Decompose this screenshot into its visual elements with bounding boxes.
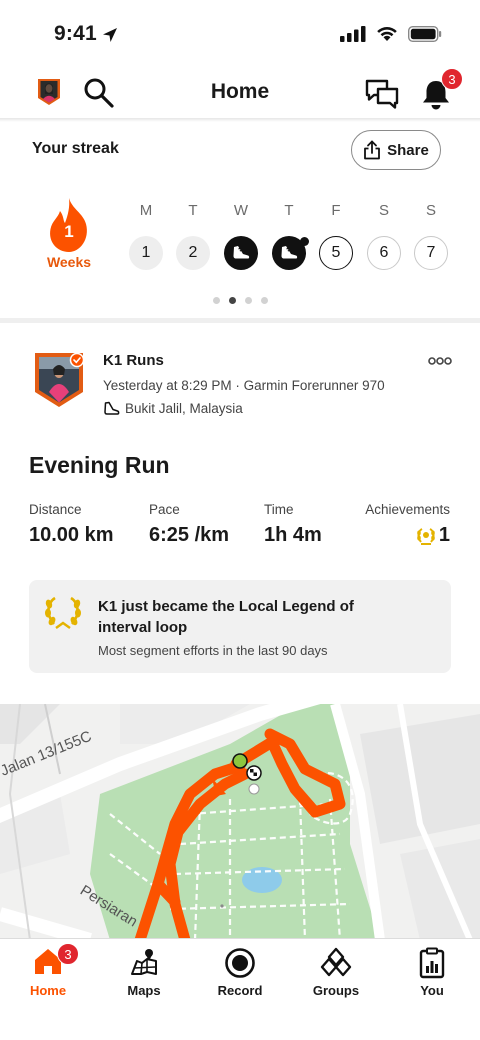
activity-location: Bukit Jalil, Malaysia — [125, 401, 243, 416]
stat-value-achievements: 1 — [415, 524, 450, 547]
tab-you[interactable]: You — [384, 939, 480, 1009]
running-shoe-icon — [281, 246, 298, 259]
wifi-icon — [377, 27, 397, 41]
day-letter: S — [378, 202, 389, 219]
streak-day: 6 — [367, 236, 401, 270]
share-icon — [364, 140, 381, 160]
top-nav: Home — [0, 66, 480, 120]
stat-label-pace: Pace — [149, 502, 180, 517]
battery-icon — [408, 26, 442, 42]
athlete-avatar[interactable] — [34, 352, 84, 408]
streak-day: 1 — [129, 236, 163, 270]
day-letter: S — [425, 202, 436, 219]
status-time: 9:41 — [54, 22, 97, 45]
day-letter: W — [233, 202, 249, 219]
shoe-icon — [104, 401, 120, 415]
tab-label: Record — [217, 983, 263, 998]
athlete-name[interactable]: K1 Runs — [103, 352, 164, 369]
page-title: Home — [210, 80, 270, 103]
tab-record[interactable]: Record — [192, 939, 288, 1009]
notification-badge: 3 — [441, 68, 463, 90]
messages-icon[interactable] — [364, 78, 400, 110]
pager-dot — [261, 297, 268, 304]
bottom-tab-bar: Home 3 Maps Record Groups You — [0, 938, 480, 1040]
you-icon — [419, 947, 445, 979]
day-letter: M — [139, 202, 153, 219]
day-letter: T — [188, 202, 198, 219]
streak-unit-label: Weeks — [46, 254, 92, 270]
stat-label-distance: Distance — [29, 502, 82, 517]
local-legend-title: K1 just became the Local Legend of inter… — [98, 598, 354, 636]
carousel-pager[interactable] — [213, 297, 268, 304]
local-legend-laurel-icon — [45, 596, 81, 629]
tab-groups[interactable]: Groups — [288, 939, 384, 1009]
pager-dot-active — [229, 297, 236, 304]
pager-dot — [213, 297, 220, 304]
header-divider — [0, 118, 480, 122]
section-divider — [0, 318, 480, 323]
status-bar: 9:41 — [0, 0, 480, 66]
day-letter: F — [331, 202, 341, 219]
record-icon — [225, 948, 255, 978]
more-options-icon[interactable] — [427, 354, 453, 368]
stat-label-achievements: Achievements — [365, 502, 450, 517]
streak-day: 7 — [414, 236, 448, 270]
streak-title: Your streak — [32, 140, 119, 157]
cellular-signal-icon — [340, 26, 366, 42]
stat-value-pace: 6:25 /km — [149, 524, 230, 546]
tab-label: Maps — [127, 983, 161, 998]
local-legend-card[interactable]: K1 just became the Local Legend of inter… — [29, 580, 451, 673]
maps-icon — [131, 949, 157, 975]
stat-value-time: 1h 4m — [264, 524, 322, 546]
tab-label: Groups — [312, 983, 360, 998]
day-letter: T — [284, 202, 294, 219]
activity-title[interactable]: Evening Run — [29, 452, 170, 479]
local-legend-subtitle: Most segment efforts in the last 90 days — [98, 643, 328, 658]
running-shoe-icon — [233, 246, 250, 259]
pager-dot — [245, 297, 252, 304]
share-button[interactable]: Share — [351, 130, 441, 170]
streak-day-completed — [224, 236, 258, 270]
location-arrow-icon — [103, 28, 117, 42]
tab-label: You — [420, 983, 444, 998]
tab-badge: 3 — [57, 943, 79, 965]
tab-maps[interactable]: Maps — [96, 939, 192, 1009]
today-indicator-dot — [300, 237, 309, 246]
search-icon[interactable] — [82, 76, 116, 110]
tab-label: Home — [29, 983, 67, 998]
share-label: Share — [387, 141, 429, 159]
streak-day: 5 — [319, 236, 353, 270]
profile-avatar[interactable] — [36, 78, 62, 106]
groups-icon — [320, 947, 352, 977]
stat-label-time: Time — [264, 502, 294, 517]
laurel-icon — [417, 527, 435, 545]
streak-count: 1 — [64, 222, 74, 241]
tab-home[interactable]: Home 3 — [0, 939, 96, 1009]
activity-meta: Yesterday at 8:29 PM · Garmin Forerunner… — [103, 378, 385, 393]
activity-map[interactable]: Jalan 13/155C Persiaran — [0, 704, 480, 940]
stat-value-distance: 10.00 km — [29, 524, 114, 546]
streak-day: 2 — [176, 236, 210, 270]
achievements-count: 1 — [438, 524, 450, 546]
